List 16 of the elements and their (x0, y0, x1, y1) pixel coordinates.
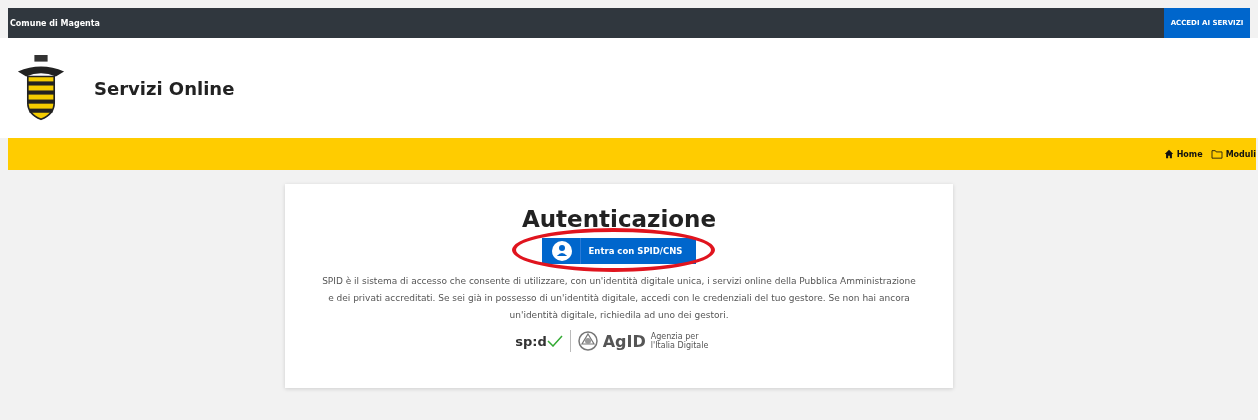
checkmark-icon (546, 335, 563, 347)
spid-logo: sp:d (515, 333, 547, 349)
folder-icon (1210, 149, 1223, 159)
description-text: SPID è il sistema di accesso che consente di utilizzare, con un'identità digitale unica, i servizi online della Pubblica Amministrazione e dei privati accreditati. Se sei già in possesso di un'identità digitale, accedi con le credenziali del tuo gestore. Se non hai ancora un'identità digitale, richiedila ad uno dei gestori. (321, 275, 917, 322)
coat-of-arms-icon (16, 55, 66, 121)
site-title: Servizi Online (94, 77, 235, 99)
spid-login-button[interactable]: Entra con SPID/CNS (541, 238, 697, 264)
home-icon (1163, 149, 1174, 159)
emblem-icon (577, 331, 598, 351)
breadcrumb-link[interactable]: Moduli (1210, 149, 1256, 159)
breadcrumb-link[interactable]: Home (1163, 149, 1203, 159)
card-title: Autenticazione (521, 206, 717, 232)
agid-subtitle: Agenzia per l'Italia Digitale (650, 332, 710, 350)
user-icon (551, 241, 572, 261)
agid-logo: AgID (602, 331, 646, 351)
site-name: Comune di Magenta (9, 18, 100, 28)
